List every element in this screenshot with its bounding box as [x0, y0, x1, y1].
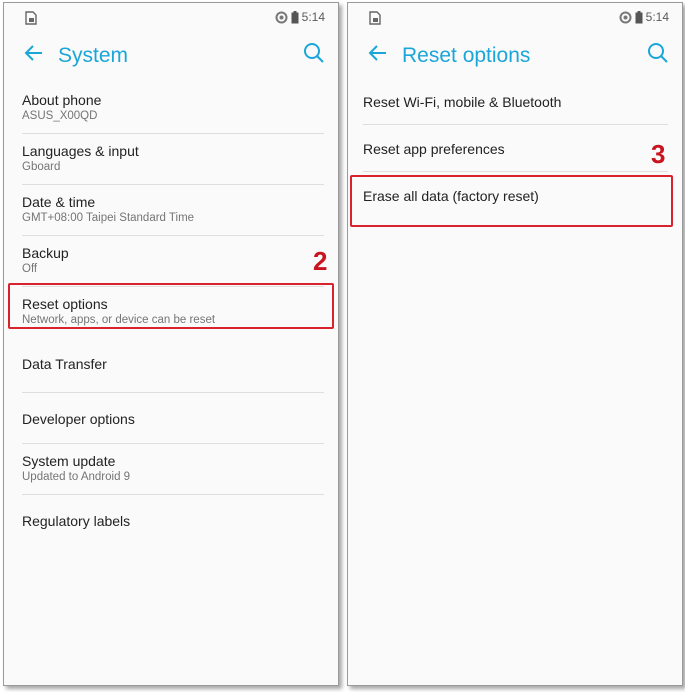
- list-item-reset-options[interactable]: Reset options Network, apps, or device c…: [22, 287, 324, 338]
- item-title: Data Transfer: [22, 356, 107, 372]
- item-subtitle: ASUS_X00QD: [22, 110, 98, 122]
- item-title: Developer options: [22, 411, 135, 427]
- item-title: Backup: [22, 245, 69, 261]
- app-bar: Reset options: [348, 33, 682, 81]
- search-icon[interactable]: [646, 41, 670, 65]
- list-item-data-transfer[interactable]: Data Transfer: [22, 338, 324, 393]
- list-item-factory-reset[interactable]: Erase all data (factory reset): [363, 172, 668, 219]
- list-item-backup[interactable]: Backup Off: [22, 236, 324, 287]
- settings-list: About phone ASUS_X00QD Languages & input…: [4, 83, 338, 546]
- item-title: System update: [22, 453, 116, 469]
- item-subtitle: Network, apps, or device can be reset: [22, 314, 216, 326]
- step-number-2: 2: [313, 246, 328, 276]
- item-title: Erase all data (factory reset): [363, 188, 539, 204]
- search-icon[interactable]: [302, 41, 326, 65]
- item-title: About phone: [22, 92, 102, 108]
- status-bar: 5:14: [348, 3, 682, 33]
- item-title: Date & time: [22, 194, 96, 210]
- back-arrow-icon[interactable]: [22, 41, 46, 65]
- item-subtitle: Gboard: [22, 161, 61, 173]
- sim-card-icon: [369, 11, 381, 25]
- status-bar: 5:14: [4, 3, 338, 33]
- list-item-developer-options[interactable]: Developer options: [22, 393, 324, 444]
- list-item-reset-network[interactable]: Reset Wi-Fi, mobile & Bluetooth: [363, 78, 668, 125]
- back-arrow-icon[interactable]: [366, 41, 390, 65]
- battery-icon: [635, 10, 643, 23]
- sync-icon: [619, 11, 632, 23]
- battery-icon: [291, 10, 299, 23]
- item-title: Regulatory labels: [22, 513, 131, 529]
- list-item-reset-app-preferences[interactable]: Reset app preferences: [363, 125, 668, 172]
- list-item-about-phone[interactable]: About phone ASUS_X00QD: [22, 83, 324, 134]
- item-title: Languages & input: [22, 143, 139, 159]
- status-icons: 5:14: [619, 10, 669, 24]
- step-number-3: 3: [651, 139, 666, 169]
- item-title: Reset app preferences: [363, 141, 505, 157]
- item-title: Reset options: [22, 296, 108, 312]
- reset-options-screen: 5:14 Reset options Reset Wi-Fi, mobile &…: [347, 2, 683, 686]
- item-title: Reset Wi-Fi, mobile & Bluetooth: [363, 94, 562, 110]
- page-title: Reset options: [402, 44, 531, 67]
- status-time: 5:14: [301, 10, 325, 24]
- page-title: System: [58, 44, 129, 67]
- reset-options-list: Reset Wi-Fi, mobile & Bluetooth Reset ap…: [348, 78, 682, 219]
- list-item-regulatory-labels[interactable]: Regulatory labels: [22, 495, 324, 546]
- item-subtitle: GMT+08:00 Taipei Standard Time: [22, 212, 195, 224]
- status-icons: 5:14: [275, 10, 325, 24]
- list-item-system-update[interactable]: System update Updated to Android 9: [22, 444, 324, 495]
- app-bar: System: [4, 33, 338, 81]
- sim-card-icon: [25, 11, 37, 25]
- sync-icon: [275, 11, 288, 23]
- item-subtitle: Off: [22, 263, 38, 275]
- system-settings-screen: 5:14 System About phone ASUS_X00QD Langu…: [3, 2, 339, 686]
- item-subtitle: Updated to Android 9: [22, 471, 131, 483]
- list-item-languages-input[interactable]: Languages & input Gboard: [22, 134, 324, 185]
- status-time: 5:14: [645, 10, 669, 24]
- list-item-date-time[interactable]: Date & time GMT+08:00 Taipei Standard Ti…: [22, 185, 324, 236]
